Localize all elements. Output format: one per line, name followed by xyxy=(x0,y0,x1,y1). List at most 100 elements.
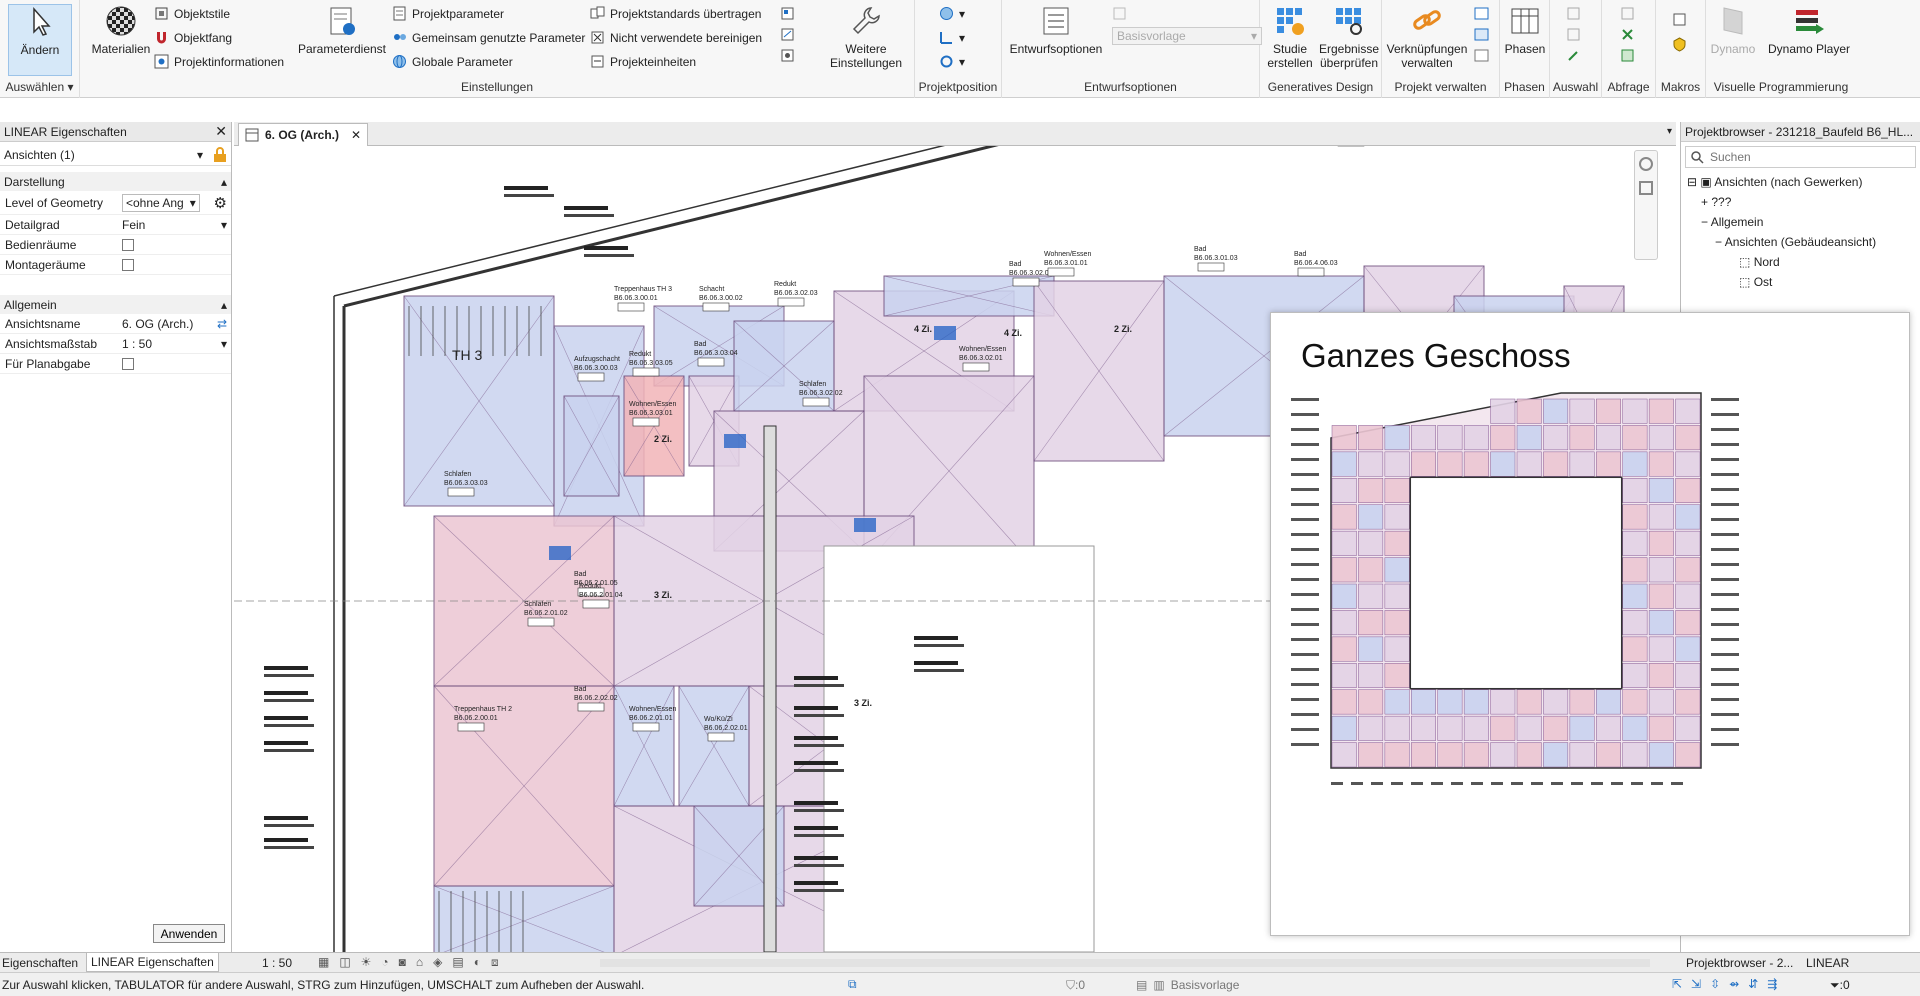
mini-room xyxy=(1331,504,1357,530)
mini-room xyxy=(1384,610,1410,636)
tree-item-general[interactable]: − Allgemein xyxy=(1687,212,1920,232)
manage-images-icon[interactable] xyxy=(1474,6,1489,21)
save-selection-icon[interactable] xyxy=(1566,6,1581,21)
global-params-button[interactable]: Globale Parameter xyxy=(392,54,513,69)
fixture-symbol xyxy=(854,518,876,532)
project-units-button[interactable]: Projekteinheiten xyxy=(590,54,696,69)
installation-spaces-checkbox[interactable] xyxy=(122,258,134,271)
mini-annotation xyxy=(1711,488,1739,491)
mini-room xyxy=(1622,742,1648,768)
apply-button[interactable]: Anwenden xyxy=(153,924,225,943)
select-dropdown[interactable]: Auswählen ▾ xyxy=(0,80,79,94)
mini-annotation xyxy=(1291,488,1319,491)
create-study-button[interactable]: Studie erstellen xyxy=(1262,4,1318,70)
project-info-button[interactable]: Projektinformationen xyxy=(154,54,284,69)
group-manage-project: Verknüpfungen verwalten Projekt verwalten xyxy=(1382,0,1500,98)
load-selection-icon[interactable] xyxy=(1566,27,1581,42)
browser-search-input[interactable] xyxy=(1710,150,1890,164)
dynamo-player-button[interactable]: Dynamo Player xyxy=(1764,4,1854,56)
close-icon[interactable]: ✕ xyxy=(215,123,227,140)
mini-room xyxy=(1437,715,1463,741)
worksharing-icon[interactable]: ⧉ xyxy=(848,977,857,992)
decal-icon[interactable] xyxy=(1474,48,1489,63)
view-tab-6og[interactable]: 6. OG (Arch.) ✕ xyxy=(238,123,368,146)
edit-selection-icon[interactable] xyxy=(1566,48,1581,63)
tab-linear[interactable]: LINEAR xyxy=(1806,956,1849,970)
chain-link-icon xyxy=(1413,10,1441,30)
position-tool-3[interactable]: ▾ xyxy=(939,54,965,69)
gear-icon[interactable]: ⚙ xyxy=(214,194,227,212)
shared-params-button[interactable]: Gemeinsam genutzte Parameter xyxy=(392,30,585,45)
operating-spaces-checkbox[interactable] xyxy=(122,238,134,251)
dynamo-button[interactable]: Dynamo xyxy=(1708,4,1758,56)
annotation-block xyxy=(794,826,838,830)
browser-search[interactable] xyxy=(1685,146,1916,168)
warnings-icon[interactable] xyxy=(1620,48,1635,63)
tool-a-icon[interactable] xyxy=(780,6,795,21)
design-options-button[interactable]: Entwurfsoptionen xyxy=(1006,4,1106,56)
room-tag-name: Wohnen/Essen xyxy=(1044,251,1091,258)
macro-security-icon[interactable] xyxy=(1672,37,1687,52)
mini-annotation xyxy=(1511,782,1523,785)
manage-links-button[interactable]: Verknüpfungen verwalten xyxy=(1384,4,1470,70)
position-tool-1[interactable]: ▾ xyxy=(939,6,965,21)
materials-button[interactable]: Materialien xyxy=(86,4,156,56)
mini-room xyxy=(1648,451,1674,477)
prop-view-name[interactable]: Ansichtsname 6. OG (Arch.) ⇄ xyxy=(0,314,231,334)
more-settings-button[interactable]: Weitere Einstellungen xyxy=(822,4,910,70)
tree-item-unknown[interactable]: + ??? xyxy=(1687,192,1920,212)
lock-icon[interactable] xyxy=(213,146,227,163)
purge-unused-button[interactable]: Nicht verwendete bereinigen xyxy=(590,30,762,45)
browser-title-bar: Projektbrowser - 231218_Baufeld B6_HL... xyxy=(1681,122,1920,142)
level-of-geometry-combo[interactable]: <ohne Ang ▾ xyxy=(122,193,200,212)
shared-params-icon xyxy=(394,34,406,40)
tool-b-icon[interactable] xyxy=(780,27,795,42)
select-by-id-icon[interactable] xyxy=(1620,27,1635,42)
inquiry-tools xyxy=(1620,6,1635,63)
project-params-button[interactable]: Projektparameter xyxy=(392,6,504,21)
edit-name-icon[interactable]: ⇄ xyxy=(217,317,227,331)
for-sheet-checkbox[interactable] xyxy=(122,357,134,370)
prop-level-of-geometry[interactable]: Level of Geometry <ohne Ang ▾ ⚙ xyxy=(0,191,231,215)
prop-view-scale[interactable]: Ansichtsmaßstab 1 : 50 ▾ xyxy=(0,334,231,354)
tab-properties[interactable]: Eigenschaften xyxy=(2,956,78,970)
tab-linear-properties[interactable]: LINEAR Eigenschaften xyxy=(86,953,219,972)
review-results-button[interactable]: Ergebnisse überprüfen xyxy=(1318,4,1380,70)
type-selector[interactable]: Ansichten (1) ▾ xyxy=(0,144,231,166)
selection-filter-icons[interactable]: ⇱⇲⇳⇴⇵⇶ xyxy=(1672,977,1786,991)
section-general[interactable]: Allgemein ▴ xyxy=(0,295,231,314)
tree-item-views-by-trade[interactable]: ⊟ ▣ Ansichten (nach Gewerken) xyxy=(1687,172,1920,192)
design-option-status[interactable]: ▤ ▥ Basisvorlage xyxy=(1136,978,1239,992)
section-display[interactable]: Darstellung ▴ xyxy=(0,172,231,191)
zoom-region-icon[interactable] xyxy=(1639,181,1653,195)
mini-room xyxy=(1622,478,1648,503)
snaps-button[interactable]: Objektfang xyxy=(154,30,232,45)
mini-room xyxy=(1516,715,1542,741)
mini-room xyxy=(1543,451,1569,477)
zoom-wheel-icon[interactable] xyxy=(1639,157,1653,171)
close-icon[interactable]: ✕ xyxy=(351,128,361,142)
macro-manager-icon[interactable] xyxy=(1672,12,1687,27)
prop-detail-level[interactable]: Detailgrad Fein ▾ xyxy=(0,215,231,235)
starting-view-icon[interactable] xyxy=(1474,27,1489,42)
ids-icon[interactable] xyxy=(1620,6,1635,21)
horizontal-scrollbar[interactable] xyxy=(600,959,1650,967)
position-tool-2[interactable]: ▾ xyxy=(939,30,965,45)
mini-room xyxy=(1648,636,1674,662)
annotation-block xyxy=(794,834,844,837)
params-service-button[interactable]: Parameterdienst xyxy=(294,4,390,56)
tab-project-browser[interactable]: Projektbrowser - 2... xyxy=(1686,956,1793,970)
tree-item-north[interactable]: ⬚ Nord xyxy=(1687,252,1920,272)
view-scale-control[interactable]: 1 : 50 xyxy=(262,956,292,970)
object-styles-button[interactable]: Objektstile xyxy=(154,6,230,21)
tab-menu-icon[interactable]: ▾ xyxy=(1667,126,1672,137)
design-option-icon: ▥ xyxy=(1153,978,1165,992)
worksets-field[interactable]: ⛉:0 xyxy=(1066,978,1085,993)
design-option-combo[interactable]: Basisvorlage ▾ xyxy=(1112,27,1262,45)
tree-item-east[interactable]: ⬚ Ost xyxy=(1687,272,1920,292)
transfer-standards-button[interactable]: Projektstandards übertragen xyxy=(590,6,761,21)
modify-button[interactable]: Ändern xyxy=(8,4,72,76)
phases-button[interactable]: Phasen xyxy=(1502,4,1548,56)
tree-item-elevations[interactable]: − Ansichten (Gebäudeansicht) xyxy=(1687,232,1920,252)
tool-c-icon[interactable] xyxy=(780,48,795,63)
